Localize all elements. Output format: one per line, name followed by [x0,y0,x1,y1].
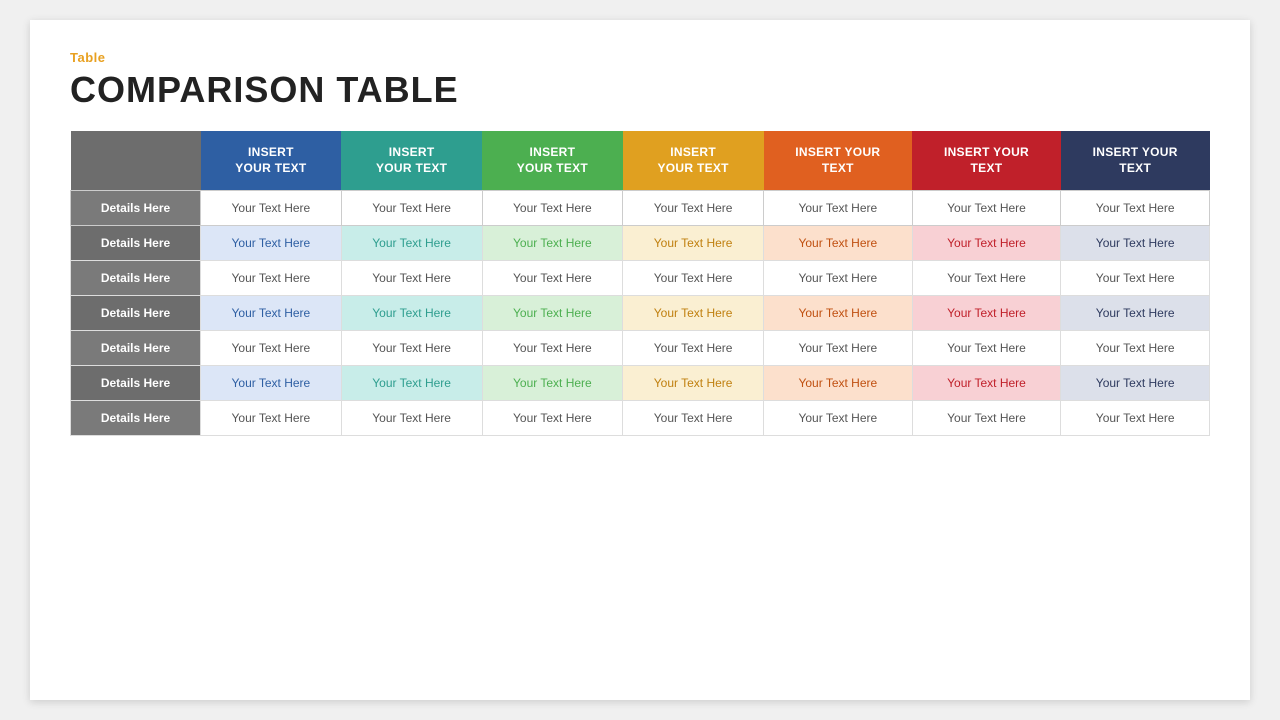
slide-label: Table [70,50,1210,65]
table-cell: Your Text Here [912,331,1061,366]
table-cell: Your Text Here [482,401,623,436]
row-label: Details Here [71,296,201,331]
table-cell: Your Text Here [482,331,623,366]
table-cell: Your Text Here [482,191,623,226]
row-label: Details Here [71,331,201,366]
table-row: Details HereYour Text HereYour Text Here… [71,331,1210,366]
table-cell: Your Text Here [912,191,1061,226]
table-cell: Your Text Here [482,296,623,331]
table-cell: Your Text Here [341,331,482,366]
table-cell: Your Text Here [1061,226,1210,261]
table-body: Details HereYour Text HereYour Text Here… [71,191,1210,436]
table-row: Details HereYour Text HereYour Text Here… [71,226,1210,261]
table-row: Details HereYour Text HereYour Text Here… [71,296,1210,331]
column-header-6: INSERT YOURTEXT [912,131,1061,191]
table-cell: Your Text Here [623,191,764,226]
table-cell: Your Text Here [764,366,913,401]
column-header-7: INSERT YOURTEXT [1061,131,1210,191]
table-cell: Your Text Here [482,366,623,401]
slide: Table COMPARISON TABLE INSERTYOUR TEXTIN… [30,20,1250,700]
table-cell: Your Text Here [201,191,342,226]
table-row: Details HereYour Text HereYour Text Here… [71,401,1210,436]
table-cell: Your Text Here [341,366,482,401]
table-cell: Your Text Here [623,226,764,261]
row-label: Details Here [71,366,201,401]
table-cell: Your Text Here [912,261,1061,296]
table-cell: Your Text Here [764,261,913,296]
table-cell: Your Text Here [201,226,342,261]
slide-title: COMPARISON TABLE [70,69,1210,111]
table-cell: Your Text Here [1061,191,1210,226]
table-cell: Your Text Here [341,401,482,436]
row-label: Details Here [71,401,201,436]
table-cell: Your Text Here [764,226,913,261]
table-cell: Your Text Here [341,226,482,261]
table-cell: Your Text Here [1061,401,1210,436]
table-cell: Your Text Here [912,366,1061,401]
column-header-5: INSERT YOURTEXT [764,131,913,191]
table-header-row: INSERTYOUR TEXTINSERTYOUR TEXTINSERTYOUR… [71,131,1210,191]
table-cell: Your Text Here [1061,366,1210,401]
table-cell: Your Text Here [1061,261,1210,296]
table-cell: Your Text Here [764,191,913,226]
table-cell: Your Text Here [201,331,342,366]
table-cell: Your Text Here [341,296,482,331]
table-cell: Your Text Here [764,401,913,436]
table-cell: Your Text Here [341,261,482,296]
table-cell: Your Text Here [623,331,764,366]
table-row: Details HereYour Text HereYour Text Here… [71,366,1210,401]
comparison-table: INSERTYOUR TEXTINSERTYOUR TEXTINSERTYOUR… [70,131,1210,436]
table-cell: Your Text Here [764,296,913,331]
table-cell: Your Text Here [764,331,913,366]
table-cell: Your Text Here [912,296,1061,331]
table-cell: Your Text Here [623,261,764,296]
table-cell: Your Text Here [623,401,764,436]
table-cell: Your Text Here [201,261,342,296]
table-cell: Your Text Here [912,401,1061,436]
column-header-2: INSERTYOUR TEXT [341,131,482,191]
table-cell: Your Text Here [1061,296,1210,331]
table-cell: Your Text Here [623,366,764,401]
table-cell: Your Text Here [623,296,764,331]
table-cell: Your Text Here [341,191,482,226]
table-row: Details HereYour Text HereYour Text Here… [71,191,1210,226]
table-cell: Your Text Here [1061,331,1210,366]
row-label: Details Here [71,191,201,226]
column-header-3: INSERTYOUR TEXT [482,131,623,191]
column-header-1: INSERTYOUR TEXT [201,131,342,191]
table-cell: Your Text Here [201,366,342,401]
table-cell: Your Text Here [912,226,1061,261]
header-label-cell [71,131,201,191]
row-label: Details Here [71,226,201,261]
column-header-4: INSERTYOUR TEXT [623,131,764,191]
table-cell: Your Text Here [201,401,342,436]
table-cell: Your Text Here [482,226,623,261]
table-cell: Your Text Here [201,296,342,331]
row-label: Details Here [71,261,201,296]
table-row: Details HereYour Text HereYour Text Here… [71,261,1210,296]
table-cell: Your Text Here [482,261,623,296]
